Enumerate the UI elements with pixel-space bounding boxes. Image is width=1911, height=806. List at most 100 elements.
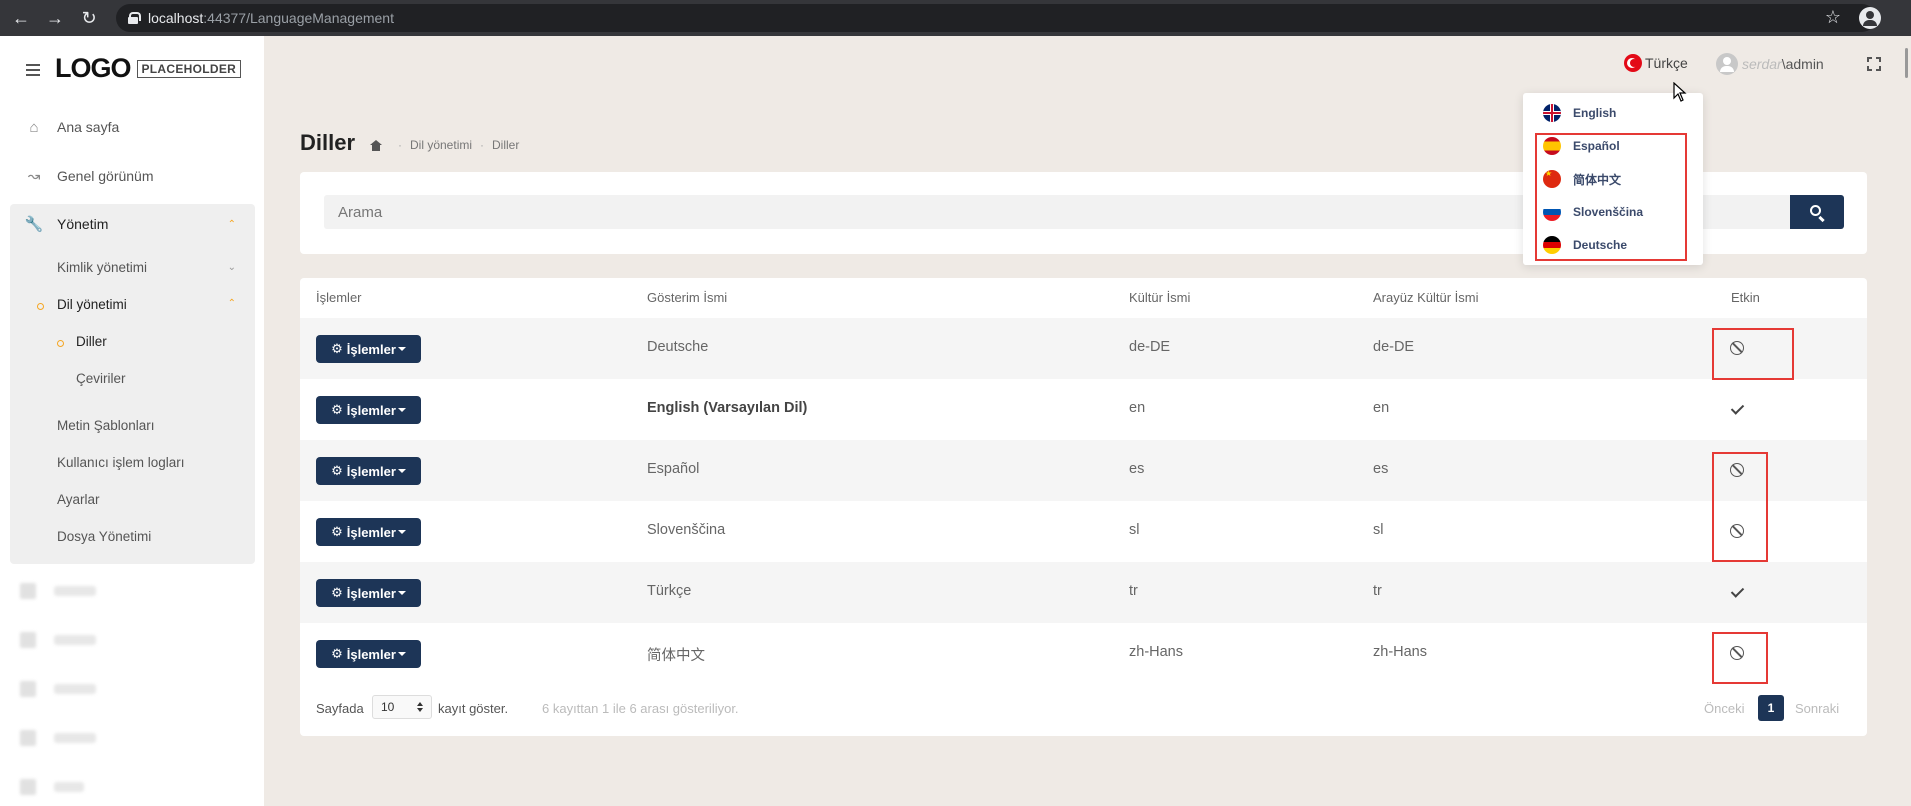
sidebar-item-blurred[interactable] (20, 580, 96, 602)
page-size-suffix: kayıt göster. (438, 701, 509, 716)
caret-down-icon (397, 652, 406, 656)
pagination-page-1[interactable]: 1 (1758, 695, 1784, 721)
table-row: ⚙ İşlemler Türkçe tr tr (300, 562, 1867, 623)
sidebar-item-home[interactable]: ⌂ Ana sayfa (0, 107, 264, 147)
actions-dropdown-button[interactable]: ⚙ İşlemler (316, 335, 421, 363)
current-language-label: Türkçe (1645, 55, 1688, 71)
language-option-english[interactable]: English (1543, 103, 1616, 123)
sidebar-item-file-management[interactable]: Dosya Yönetimi (57, 529, 151, 544)
search-button[interactable] (1790, 195, 1844, 229)
sidebar-item-audit-logs[interactable]: Kullanıcı işlem logları (57, 455, 185, 470)
address-bar[interactable]: localhost:44377/LanguageManagement (116, 4, 1876, 32)
reload-icon[interactable]: ↻ (76, 5, 102, 31)
tenant-name: serdar (1742, 56, 1782, 72)
chevron-up-icon: ⌃ (227, 298, 236, 309)
sidebar-item-label: Yönetim (57, 216, 109, 232)
bookmark-star-icon[interactable]: ☆ (1825, 7, 1841, 28)
display-name-cell: Slovenščina (647, 522, 726, 538)
records-info: 6 kayıttan 1 ile 6 arası gösteriliyor. (542, 701, 739, 716)
logo-main-text: LOGO (55, 53, 131, 83)
forward-arrow-icon[interactable]: → (42, 5, 68, 31)
top-header: Türkçe serdar \ admin (264, 36, 1911, 96)
language-switcher[interactable]: Türkçe (1624, 54, 1688, 72)
gear-icon: ⚙ (331, 646, 343, 661)
sidebar-item-blurred[interactable] (20, 776, 84, 798)
fullscreen-icon[interactable] (1867, 57, 1881, 71)
menu-toggle-icon[interactable] (26, 64, 40, 76)
actions-label: İşlemler (346, 585, 396, 601)
column-header-ui-culture-name[interactable]: Arayüz Kültür İsmi (1373, 290, 1478, 305)
sidebar-item-blurred[interactable] (20, 678, 96, 700)
caret-down-icon (397, 591, 406, 595)
breadcrumb: · Dil yönetimi · Diller (370, 138, 519, 152)
sidebar-item-identity[interactable]: Kimlik yönetimi (57, 260, 147, 275)
sidebar-item-language-management[interactable]: Dil yönetimi (57, 297, 127, 312)
table-row: ⚙ İşlemler Español es es (300, 440, 1867, 501)
actions-dropdown-button[interactable]: ⚙ İşlemler (316, 396, 421, 424)
page-size-value: 10 (381, 700, 395, 714)
pagination-previous[interactable]: Önceki (1704, 701, 1744, 716)
sidebar-item-text-templates[interactable]: Metin Şablonları (57, 418, 155, 433)
caret-down-icon (397, 408, 406, 412)
url-host: localhost (148, 10, 204, 26)
culture-name-cell: zh-Hans (1129, 644, 1183, 660)
page-size-prefix: Sayfada (316, 701, 364, 716)
caret-down-icon (397, 469, 406, 473)
breadcrumb-item[interactable]: Dil yönetimi (410, 138, 472, 152)
breadcrumb-separator: · (480, 138, 485, 152)
breadcrumb-separator: · (398, 138, 402, 152)
chevron-down-icon: ⌄ (227, 262, 236, 273)
table-footer: Sayfada 10 kayıt göster. 6 kayıttan 1 il… (300, 692, 1867, 722)
home-icon: ⌂ (29, 118, 39, 136)
column-header-enabled[interactable]: Etkin (1731, 290, 1760, 305)
pagination-next[interactable]: Sonraki (1795, 701, 1839, 716)
culture-name-cell: tr (1129, 583, 1138, 599)
actions-label: İşlemler (346, 463, 396, 479)
avatar (1716, 53, 1738, 75)
sidebar-item-translations[interactable]: Çeviriler (76, 371, 126, 386)
chart-line-icon: ↝ (27, 168, 41, 185)
sidebar-item-admin[interactable]: 🔧 Yönetim ⌃ (0, 204, 264, 244)
ui-culture-name-cell: zh-Hans (1373, 644, 1427, 660)
actions-dropdown-button[interactable]: ⚙ İşlemler (316, 457, 421, 485)
languages-table: İşlemler Gösterim İsmi Kültür İsmi Arayü… (300, 278, 1867, 736)
gear-icon: ⚙ (331, 341, 343, 356)
gear-icon: ⚙ (331, 402, 343, 417)
actions-label: İşlemler (346, 341, 396, 357)
column-header-culture-name[interactable]: Kültür İsmi (1129, 290, 1190, 305)
user-name: admin (1785, 56, 1824, 72)
browser-toolbar: ← → ↻ localhost:44377/LanguageManagement… (0, 0, 1911, 36)
display-name-cell: Türkçe (647, 583, 692, 599)
sidebar-item-overview[interactable]: ↝ Genel görünüm (0, 156, 264, 196)
culture-name-cell: es (1129, 461, 1145, 477)
home-icon[interactable] (370, 139, 382, 151)
chevron-up-icon: ⌃ (227, 218, 236, 230)
account-icon[interactable] (1859, 7, 1881, 29)
sidebar-item-settings[interactable]: Ayarlar (57, 492, 100, 507)
actions-dropdown-button[interactable]: ⚙ İşlemler (316, 518, 421, 546)
culture-name-cell: de-DE (1129, 339, 1171, 355)
ui-culture-name-cell: es (1373, 461, 1389, 477)
ui-culture-name-cell: de-DE (1373, 339, 1415, 355)
culture-name-cell: sl (1129, 522, 1140, 538)
language-dropdown-menu: English Español 简体中文 Slovenščina Deutsch… (1523, 93, 1703, 265)
page-size-select[interactable]: 10 (372, 695, 432, 719)
display-name-cell: Deutsche (647, 339, 709, 355)
actions-dropdown-button[interactable]: ⚙ İşlemler (316, 579, 421, 607)
actions-label: İşlemler (346, 646, 396, 662)
active-dot-icon (57, 340, 64, 347)
user-menu[interactable]: serdar \ admin (1716, 53, 1824, 75)
actions-dropdown-button[interactable]: ⚙ İşlemler (316, 640, 421, 668)
logo[interactable]: LOGO PLACEHOLDER (55, 53, 242, 84)
sidebar-item-languages[interactable]: Diller (76, 334, 107, 349)
actions-label: İşlemler (346, 402, 396, 418)
column-header-display-name[interactable]: Gösterim İsmi (647, 290, 727, 305)
wrench-icon: 🔧 (24, 216, 44, 233)
sidebar-item-blurred[interactable] (20, 629, 96, 651)
ui-culture-name-cell: sl (1373, 522, 1384, 538)
breadcrumb-item: Diller (492, 138, 520, 152)
sidebar-item-blurred[interactable] (20, 727, 96, 749)
lock-icon (128, 12, 141, 24)
scrollbar[interactable] (1905, 48, 1908, 78)
back-arrow-icon[interactable]: ← (8, 5, 34, 31)
